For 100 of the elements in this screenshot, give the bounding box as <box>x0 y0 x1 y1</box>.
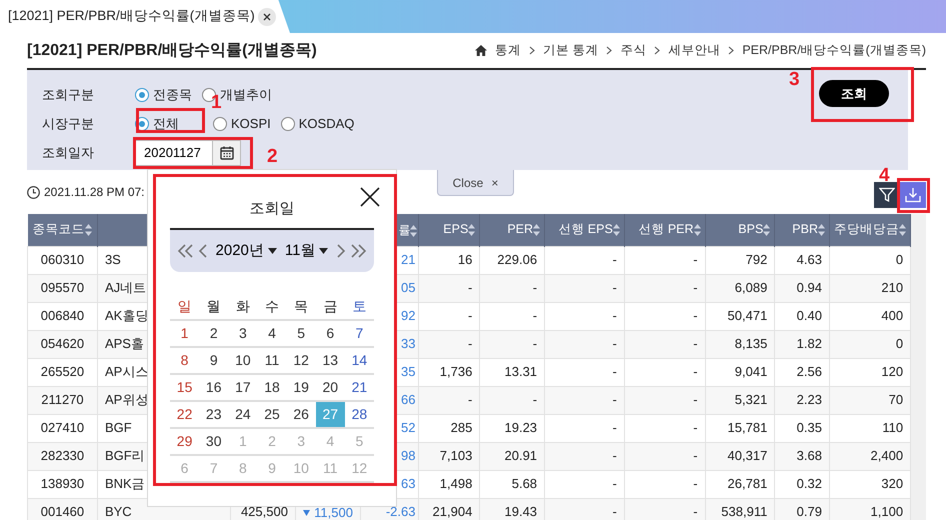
home-icon <box>474 45 487 56</box>
column-header[interactable]: 선행 PER <box>624 214 706 246</box>
search-button[interactable]: 조회 <box>819 80 889 107</box>
radio-label[interactable]: 전체 <box>153 114 179 134</box>
calendar-day[interactable]: 5 <box>286 321 316 346</box>
radio-button[interactable] <box>213 116 227 130</box>
table-cell: 20.91 <box>480 442 545 470</box>
month-dropdown[interactable]: 11월 <box>284 240 328 262</box>
column-header[interactable]: PBR <box>774 214 830 246</box>
table-cell: - <box>624 470 706 498</box>
table-cell: - <box>480 274 545 302</box>
annotation-number: 1 <box>211 93 222 112</box>
breadcrumb-link[interactable]: PER/PBR/배당수익률(개별종목) <box>742 41 926 60</box>
caret-down-icon <box>319 248 328 254</box>
sort-icon <box>468 224 476 236</box>
table-cell: 13.31 <box>480 358 545 386</box>
sort-icon <box>84 224 92 236</box>
calendar-day[interactable]: 20 <box>316 375 345 400</box>
calendar-day[interactable]: 25 <box>257 402 287 427</box>
table-cell: - <box>544 386 624 414</box>
page-tab[interactable]: [12021] PER/PBR/배당수익률(개별종목) <box>0 0 290 33</box>
radio-label[interactable]: KOSDAQ <box>298 114 354 134</box>
column-header[interactable]: PER <box>480 214 545 246</box>
calendar-day[interactable]: 13 <box>316 348 345 373</box>
double-chevron-left-button[interactable] <box>176 243 194 259</box>
radio-label[interactable]: 개별추이 <box>220 84 272 104</box>
table-cell: - <box>418 274 480 302</box>
breadcrumb-link[interactable]: 주식 <box>620 41 646 60</box>
radio-label[interactable]: 전종목 <box>153 84 192 104</box>
page-title: [12021] PER/PBR/배당수익률(개별종목) <box>27 40 317 60</box>
table-cell: - <box>624 414 706 442</box>
table-cell: 1,736 <box>418 358 480 386</box>
calendar-button[interactable] <box>213 140 241 166</box>
table-cell: 26,781 <box>705 470 775 498</box>
table-cell: 5.68 <box>480 470 545 498</box>
table-cell: - <box>544 442 624 470</box>
annotation-number: 4 <box>879 166 890 185</box>
column-header[interactable]: EPS <box>418 214 480 246</box>
table-cell: 6,089 <box>705 274 775 302</box>
tab-close-button[interactable] <box>258 8 276 26</box>
calendar-day[interactable]: 4 <box>257 321 287 346</box>
sort-icon <box>533 224 540 236</box>
calendar-day[interactable]: 17 <box>228 375 258 400</box>
calendar-day[interactable]: 19 <box>286 375 316 400</box>
table-cell: 001460 <box>28 498 98 520</box>
sort-icon <box>899 224 906 236</box>
table-cell: 027410 <box>28 414 98 442</box>
column-header[interactable]: 선행 EPS <box>544 214 624 246</box>
calendar-day[interactable]: 6 <box>316 321 345 346</box>
table-cell: - <box>418 386 480 414</box>
table-cell: - <box>624 246 706 274</box>
table-cell: - <box>624 330 706 358</box>
breadcrumb-link[interactable]: 통계 <box>494 41 521 60</box>
calendar-day[interactable]: 3 <box>228 321 258 346</box>
calendar-day[interactable]: 10 <box>228 348 258 373</box>
table-cell: 50,471 <box>705 302 775 330</box>
table-cell: 054620 <box>28 330 98 358</box>
calendar-day[interactable]: 12 <box>286 348 316 373</box>
sort-icon <box>763 224 770 236</box>
chevron-right-icon <box>728 46 734 55</box>
calendar-title: 조회일 <box>250 200 294 217</box>
date-field[interactable]: 20201127 <box>135 140 213 166</box>
table-cell: - <box>624 358 706 386</box>
column-header[interactable]: 종목코드 <box>28 214 98 246</box>
table-cell: 285 <box>418 414 480 442</box>
close-button[interactable] <box>360 186 380 208</box>
download-button[interactable] <box>900 182 926 208</box>
table-cell: - <box>544 246 624 274</box>
table-cell: 0.94 <box>774 274 830 302</box>
calendar-day[interactable]: 11 <box>257 348 287 373</box>
radio-button[interactable] <box>135 88 149 102</box>
close-tab[interactable]: Close × <box>437 170 514 196</box>
table-cell: 7,103 <box>418 442 480 470</box>
table-cell: - <box>418 302 480 330</box>
table-cell: 2.23 <box>774 386 830 414</box>
calendar-day[interactable]: 26 <box>286 402 316 427</box>
calendar-day[interactable]: 18 <box>257 375 287 400</box>
table-cell: 138930 <box>28 470 98 498</box>
column-header[interactable]: 주당배당금 <box>829 214 911 246</box>
table-cell: 282330 <box>28 442 98 470</box>
scrollbar[interactable] <box>911 214 926 520</box>
breadcrumb-link[interactable]: 세부안내 <box>668 41 720 60</box>
table-cell: - <box>544 330 624 358</box>
double-chevron-right-button[interactable] <box>350 243 368 259</box>
table-cell: 060310 <box>28 246 98 274</box>
table-cell: 2.56 <box>774 358 830 386</box>
radio-button[interactable] <box>280 116 295 130</box>
calendar-day[interactable]: 24 <box>228 402 258 427</box>
table-cell: - <box>544 470 624 498</box>
radio-label[interactable]: KOSPI <box>231 114 271 134</box>
double-chevron-left-icon <box>176 243 194 259</box>
annotation-frame <box>136 108 205 133</box>
table-cell: 5,321 <box>705 386 775 414</box>
table-cell: - <box>418 330 480 358</box>
table-cell: 0.40 <box>774 302 830 330</box>
column-header[interactable]: BPS <box>705 214 775 246</box>
tab-title: [12021] PER/PBR/배당수익률(개별종목) <box>8 7 255 26</box>
weekday-label: 수 <box>264 297 280 316</box>
table-cell: 1,100 <box>829 498 911 520</box>
breadcrumb-link[interactable]: 기본 통계 <box>542 41 598 60</box>
